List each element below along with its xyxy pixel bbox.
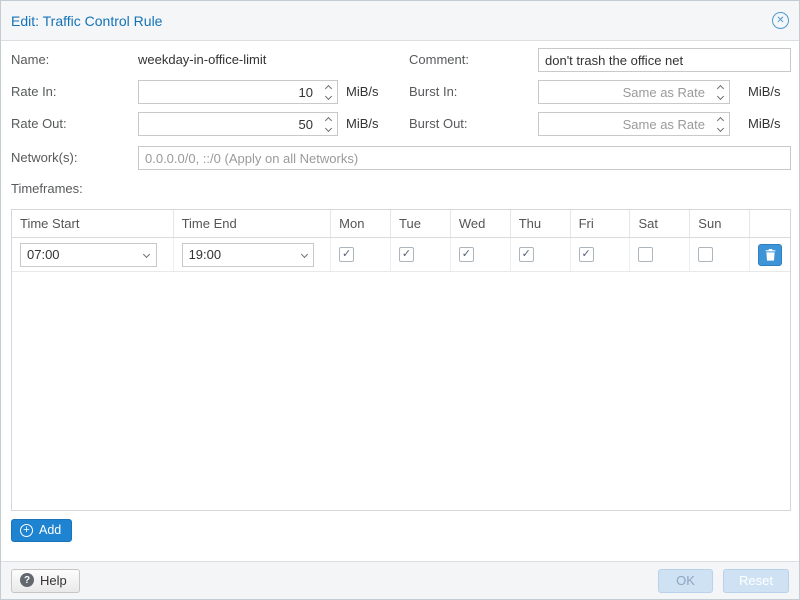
sun-cell bbox=[690, 238, 750, 271]
rate-in-unit: MiB/s bbox=[346, 84, 379, 99]
col-header-mon[interactable]: Mon bbox=[331, 210, 391, 237]
networks-label: Network(s): bbox=[11, 150, 77, 165]
dialog-body: Name: weekday-in-office-limit Comment: R… bbox=[1, 41, 799, 561]
rate-out-input[interactable] bbox=[138, 112, 338, 136]
trash-icon bbox=[765, 249, 776, 261]
comment-field bbox=[538, 48, 791, 72]
traffic-control-rule-dialog: Edit: Traffic Control Rule ✕ Name: weekd… bbox=[0, 0, 800, 600]
reset-button[interactable]: Reset bbox=[723, 569, 789, 593]
time-start-cell bbox=[12, 238, 174, 271]
col-header-fri[interactable]: Fri bbox=[571, 210, 631, 237]
col-header-time-start[interactable]: Time Start bbox=[12, 210, 174, 237]
wed-checkbox[interactable]: ✓ bbox=[459, 247, 474, 262]
col-header-actions bbox=[750, 210, 790, 237]
chevron-down-icon[interactable] bbox=[138, 244, 156, 266]
mon-cell: ✓ bbox=[331, 238, 391, 271]
tue-cell: ✓ bbox=[391, 238, 451, 271]
networks-input[interactable] bbox=[138, 146, 791, 170]
fri-checkbox[interactable]: ✓ bbox=[579, 247, 594, 262]
col-header-tue[interactable]: Tue bbox=[391, 210, 451, 237]
burst-out-unit: MiB/s bbox=[748, 116, 781, 131]
thu-cell: ✓ bbox=[511, 238, 571, 271]
dialog-titlebar: Edit: Traffic Control Rule ✕ bbox=[1, 1, 799, 41]
help-button-label: Help bbox=[40, 573, 67, 588]
rate-in-field bbox=[138, 80, 338, 104]
tue-checkbox[interactable]: ✓ bbox=[399, 247, 414, 262]
burst-out-field bbox=[538, 112, 730, 136]
dialog-title: Edit: Traffic Control Rule bbox=[11, 13, 162, 29]
add-button-label: Add bbox=[39, 523, 61, 537]
rate-in-input[interactable] bbox=[138, 80, 338, 104]
time-end-cell bbox=[174, 238, 332, 271]
burst-in-unit: MiB/s bbox=[748, 84, 781, 99]
delete-row-button[interactable] bbox=[758, 244, 782, 266]
comment-label: Comment: bbox=[409, 52, 469, 67]
fri-cell: ✓ bbox=[571, 238, 631, 271]
rate-out-spinner[interactable] bbox=[320, 113, 337, 135]
sat-cell bbox=[630, 238, 690, 271]
help-button[interactable]: ? Help bbox=[11, 569, 80, 593]
time-start-input[interactable] bbox=[20, 243, 157, 267]
burst-in-spinner[interactable] bbox=[712, 81, 729, 103]
timeframes-label: Timeframes: bbox=[11, 181, 83, 196]
wed-cell: ✓ bbox=[451, 238, 511, 271]
col-header-sun[interactable]: Sun bbox=[690, 210, 750, 237]
time-end-select[interactable] bbox=[182, 243, 315, 267]
burst-out-input[interactable] bbox=[538, 112, 730, 136]
rate-out-field bbox=[138, 112, 338, 136]
timeframes-table: Time Start Time End Mon Tue Wed Thu Fri … bbox=[11, 209, 791, 511]
ok-button[interactable]: OK bbox=[658, 569, 713, 593]
col-header-time-end[interactable]: Time End bbox=[174, 210, 332, 237]
question-icon: ? bbox=[20, 573, 34, 587]
dialog-footer: ? Help OK Reset bbox=[1, 561, 799, 599]
networks-field bbox=[138, 146, 791, 170]
plus-circle-icon: + bbox=[20, 524, 33, 537]
rate-in-spinner[interactable] bbox=[320, 81, 337, 103]
close-icon[interactable]: ✕ bbox=[772, 12, 789, 29]
comment-input[interactable] bbox=[538, 48, 791, 72]
col-header-sat[interactable]: Sat bbox=[630, 210, 690, 237]
add-button[interactable]: + Add bbox=[11, 519, 72, 542]
rate-out-unit: MiB/s bbox=[346, 116, 379, 131]
col-header-thu[interactable]: Thu bbox=[511, 210, 571, 237]
burst-in-label: Burst In: bbox=[409, 84, 457, 99]
sun-checkbox[interactable] bbox=[698, 247, 713, 262]
thu-checkbox[interactable]: ✓ bbox=[519, 247, 534, 262]
name-label: Name: bbox=[11, 52, 49, 67]
burst-in-field bbox=[538, 80, 730, 104]
rate-out-label: Rate Out: bbox=[11, 116, 67, 131]
burst-out-spinner[interactable] bbox=[712, 113, 729, 135]
timeframe-row: ✓ ✓ ✓ ✓ ✓ bbox=[12, 238, 790, 272]
sat-checkbox[interactable] bbox=[638, 247, 653, 262]
chevron-down-icon[interactable] bbox=[295, 244, 313, 266]
burst-out-label: Burst Out: bbox=[409, 116, 468, 131]
burst-in-input[interactable] bbox=[538, 80, 730, 104]
name-value: weekday-in-office-limit bbox=[138, 52, 266, 67]
mon-checkbox[interactable]: ✓ bbox=[339, 247, 354, 262]
rate-in-label: Rate In: bbox=[11, 84, 57, 99]
col-header-wed[interactable]: Wed bbox=[451, 210, 511, 237]
table-header-row: Time Start Time End Mon Tue Wed Thu Fri … bbox=[12, 210, 790, 238]
time-start-select[interactable] bbox=[20, 243, 157, 267]
actions-cell bbox=[750, 238, 790, 271]
